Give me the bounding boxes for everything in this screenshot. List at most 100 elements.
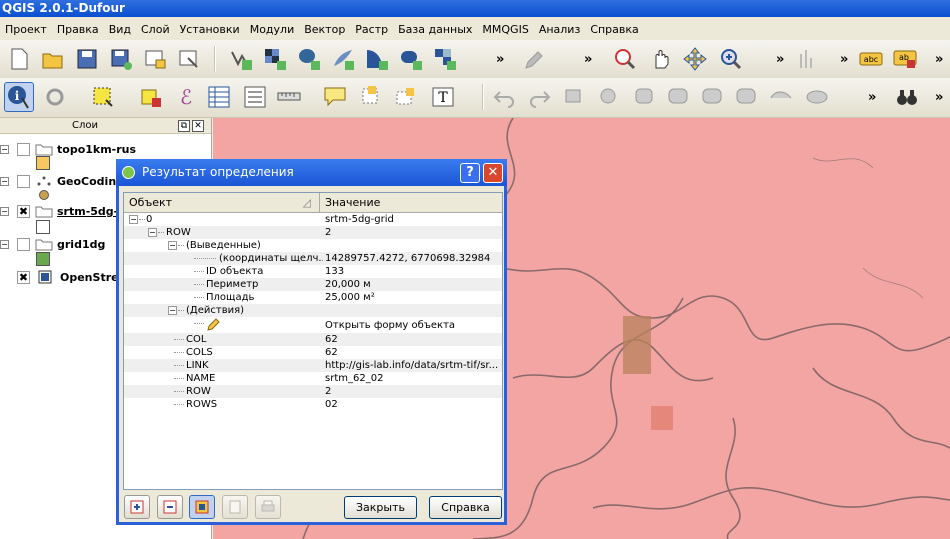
add-wms-layer-icon[interactable]: [362, 44, 392, 74]
new-bookmark-icon[interactable]: [356, 82, 386, 112]
layer-symbol-swatch[interactable]: [36, 156, 50, 170]
toolbar-more-4[interactable]: »: [840, 52, 848, 67]
open-project-icon[interactable]: [38, 44, 68, 74]
show-bookmarks-icon[interactable]: [390, 82, 420, 112]
label-properties-icon[interactable]: ab: [890, 44, 920, 74]
menu-mmqgis[interactable]: MMQGIS: [477, 23, 533, 36]
layer-visibility-checkbox[interactable]: [17, 175, 30, 188]
panel-close-button[interactable]: ✕: [192, 120, 204, 132]
offset-curve-icon[interactable]: [802, 82, 832, 112]
menu-settings[interactable]: Установки: [175, 23, 245, 36]
toolbar-more-3[interactable]: »: [776, 52, 784, 67]
collapse-toggle[interactable]: −: [148, 228, 157, 237]
tree-row[interactable]: NAME srtm_62_02: [124, 372, 502, 385]
text-annotation-icon[interactable]: T: [428, 82, 458, 112]
menu-raster[interactable]: Растр: [350, 23, 393, 36]
menu-view[interactable]: Вид: [104, 23, 136, 36]
print-icon[interactable]: [255, 495, 281, 519]
digitize-pencil-icon[interactable]: [518, 44, 548, 74]
tree-row[interactable]: ID объекта 133: [124, 265, 502, 278]
toolbar-more-2[interactable]: »: [584, 52, 592, 67]
reshape-icon[interactable]: [766, 82, 796, 112]
toolbar-more-1[interactable]: »: [496, 52, 504, 67]
add-postgis-layer-icon[interactable]: [294, 44, 324, 74]
select-features-icon[interactable]: [88, 82, 118, 112]
column-header-value[interactable]: Значение: [320, 193, 502, 213]
menu-plugins[interactable]: Модули: [245, 23, 300, 36]
menu-edit[interactable]: Правка: [52, 23, 104, 36]
layer-symbol-swatch[interactable]: [39, 190, 49, 200]
add-wcs-layer-icon[interactable]: [396, 44, 426, 74]
toolbar-more-7[interactable]: »: [935, 90, 943, 105]
simplify-feature-icon[interactable]: [594, 82, 624, 112]
tree-row[interactable]: − (Выведенные): [124, 239, 502, 252]
run-action-icon[interactable]: [40, 82, 70, 112]
copy-icon[interactable]: [222, 495, 248, 519]
expand-new-results-icon[interactable]: [189, 495, 215, 519]
delete-part-icon[interactable]: [732, 82, 762, 112]
save-as-icon[interactable]: [106, 44, 136, 74]
expand-toggle[interactable]: −: [0, 240, 9, 249]
zoom-in-icon[interactable]: [716, 44, 746, 74]
map-tips-icon[interactable]: [320, 82, 350, 112]
collapse-toggle[interactable]: −: [168, 241, 177, 250]
tree-row[interactable]: ROW 2: [124, 385, 502, 398]
column-header-object[interactable]: Объект ◿: [124, 193, 320, 213]
tree-row[interactable]: COLS 62: [124, 346, 502, 359]
add-spatialite-layer-icon[interactable]: [328, 44, 358, 74]
menu-analysis[interactable]: Анализ: [534, 23, 586, 36]
tree-row-action[interactable]: Открыть форму объекта: [124, 317, 502, 333]
menu-project[interactable]: Проект: [0, 23, 52, 36]
pan-to-selection-icon[interactable]: [680, 44, 710, 74]
add-wfs-layer-icon[interactable]: [430, 44, 460, 74]
layer-visibility-checkbox[interactable]: [17, 238, 30, 251]
menu-database[interactable]: База данных: [393, 23, 477, 36]
rotate-point-icon[interactable]: [560, 82, 590, 112]
measure-line-icon[interactable]: [274, 82, 304, 112]
new-print-composer-icon[interactable]: [140, 44, 170, 74]
histogram-icon[interactable]: [794, 44, 824, 74]
zoom-full-icon[interactable]: [610, 44, 640, 74]
dialog-close-button[interactable]: ✕: [483, 163, 503, 183]
select-by-expression-icon[interactable]: ℰ: [170, 82, 200, 112]
expand-toggle[interactable]: −: [0, 177, 9, 186]
layer-symbol-swatch[interactable]: [36, 220, 50, 234]
attribute-table-icon[interactable]: [204, 82, 234, 112]
tree-row[interactable]: − (Действия): [124, 304, 502, 317]
tree-row[interactable]: Площадь 25,000 м²: [124, 291, 502, 304]
pan-hand-icon[interactable]: [646, 44, 676, 74]
menu-layer[interactable]: Слой: [136, 23, 175, 36]
layer-symbol-swatch[interactable]: [36, 252, 50, 266]
tree-row[interactable]: − ROW 2: [124, 226, 502, 239]
identify-features-icon[interactable]: i: [4, 82, 34, 112]
tree-row[interactable]: COL 62: [124, 333, 502, 346]
menu-help[interactable]: Справка: [585, 23, 643, 36]
add-ring-icon[interactable]: [630, 82, 660, 112]
add-vector-layer-icon[interactable]: [226, 44, 256, 74]
toolbar-more-6[interactable]: »: [868, 90, 876, 105]
label-abc-icon[interactable]: abc: [856, 44, 886, 74]
save-project-icon[interactable]: [72, 44, 102, 74]
add-raster-layer-icon[interactable]: [260, 44, 290, 74]
results-tree[interactable]: Объект ◿ Значение − 0 srtm-5dg-grid − ROW…: [123, 192, 503, 490]
add-part-icon[interactable]: [664, 82, 694, 112]
tree-row[interactable]: Периметр 20,000 м: [124, 278, 502, 291]
help-button[interactable]: Справка: [429, 496, 502, 519]
binoculars-icon[interactable]: [892, 82, 922, 112]
dialog-help-button[interactable]: ?: [460, 163, 480, 183]
tree-row[interactable]: LINK http://gis-lab.info/data/srtm-tif/s…: [124, 359, 502, 372]
collapse-toggle[interactable]: −: [168, 306, 177, 315]
layer-item-topo1km-rus[interactable]: − topo1km-rus: [0, 142, 212, 158]
layer-visibility-checkbox[interactable]: [17, 143, 30, 156]
tree-row[interactable]: (координаты щелч... 14289757.4272, 67706…: [124, 252, 502, 265]
dialog-title-bar[interactable]: Результат определения ? ✕: [116, 159, 507, 186]
close-button[interactable]: Закрыть: [344, 496, 417, 519]
deselect-icon[interactable]: [136, 82, 166, 112]
panel-float-button[interactable]: ⧉: [178, 120, 190, 132]
tree-row[interactable]: − 0 srtm-5dg-grid: [124, 213, 502, 226]
collapse-toggle[interactable]: −: [129, 215, 138, 224]
expand-toggle[interactable]: −: [0, 145, 9, 154]
tree-row[interactable]: ROWS 02: [124, 398, 502, 411]
collapse-all-icon[interactable]: [157, 495, 183, 519]
expand-all-icon[interactable]: [124, 495, 150, 519]
